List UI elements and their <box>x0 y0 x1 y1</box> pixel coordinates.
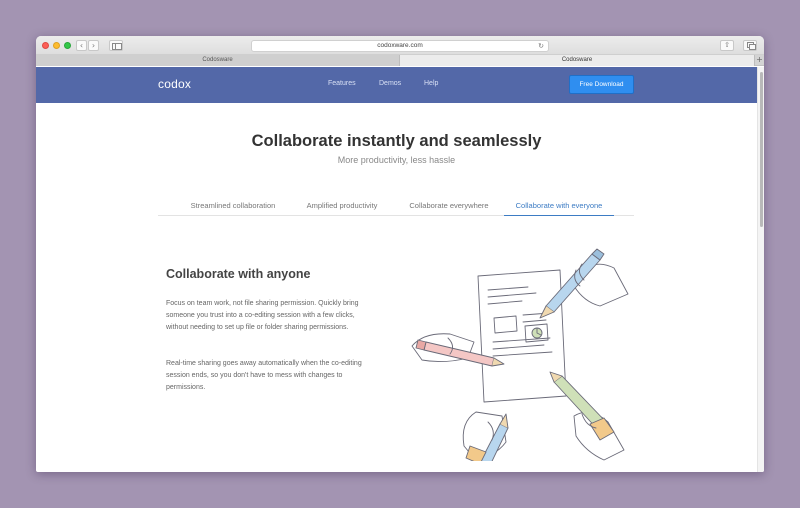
tab-amplified-productivity[interactable]: Amplified productivity <box>294 196 390 216</box>
sidebar-toggle-button[interactable] <box>109 40 123 51</box>
browser-tab-1[interactable]: Codosware <box>36 55 400 66</box>
feature-tabs: Streamlined collaboration Amplified prod… <box>158 196 634 216</box>
address-bar[interactable]: codoxware.com ↻ <box>251 40 549 52</box>
share-button[interactable]: ⇧ <box>720 40 734 51</box>
feature-paragraph-1: Focus on team work, not file sharing per… <box>166 300 359 332</box>
site-logo[interactable]: codox <box>158 77 191 91</box>
reload-icon[interactable]: ↻ <box>538 41 544 51</box>
document-illustration <box>477 269 567 403</box>
vertical-scrollbar[interactable] <box>757 67 764 472</box>
tab-collaborate-with-everyone[interactable]: Collaborate with everyone <box>504 196 614 216</box>
tab-strip: Codosware Codosware + <box>36 55 764 66</box>
site-header: codox Features Demos Help Free Download <box>36 67 757 103</box>
feature-paragraph-2: Real-time sharing goes away automaticall… <box>166 360 362 392</box>
share-icon: ⇧ <box>724 41 730 49</box>
scrollbar-thumb[interactable] <box>760 72 763 227</box>
tab-streamlined-collaboration[interactable]: Streamlined collaboration <box>178 196 288 216</box>
zoom-window-button[interactable] <box>64 42 71 49</box>
chevron-left-icon: ‹ <box>79 41 84 50</box>
hero-subtitle: More productivity, less hassle <box>337 155 456 165</box>
hero-title: Collaborate instantly and seamlessly <box>251 132 542 150</box>
free-download-button[interactable]: Free Download <box>569 75 634 94</box>
back-button[interactable]: ‹ <box>76 40 87 51</box>
collaboration-illustration <box>411 248 629 461</box>
browser-tab-2[interactable]: Codosware <box>400 55 754 66</box>
plus-icon: + <box>756 55 763 64</box>
forward-button[interactable]: › <box>88 40 99 51</box>
browser-window: ‹ › codoxware.com ↻ ⇧ Codosware Codoswar… <box>36 36 764 472</box>
browser-toolbar: ‹ › codoxware.com ↻ ⇧ <box>36 36 764 55</box>
url-text: codoxware.com <box>377 42 423 49</box>
pencil-hand-bottom-left <box>462 411 509 461</box>
tab-collaborate-everywhere[interactable]: Collaborate everywhere <box>396 196 502 216</box>
pencil-hand-bottom-right <box>549 371 625 461</box>
nav-demos[interactable]: Demos <box>379 80 401 87</box>
nav-help[interactable]: Help <box>424 80 438 87</box>
close-window-button[interactable] <box>42 42 49 49</box>
tabs-overview-button[interactable] <box>743 40 757 51</box>
chevron-right-icon: › <box>91 41 96 50</box>
nav-features[interactable]: Features <box>328 80 356 87</box>
new-tab-button[interactable]: + <box>754 55 764 66</box>
minimize-window-button[interactable] <box>53 42 60 49</box>
feature-title: Collaborate with anyone <box>166 267 311 281</box>
